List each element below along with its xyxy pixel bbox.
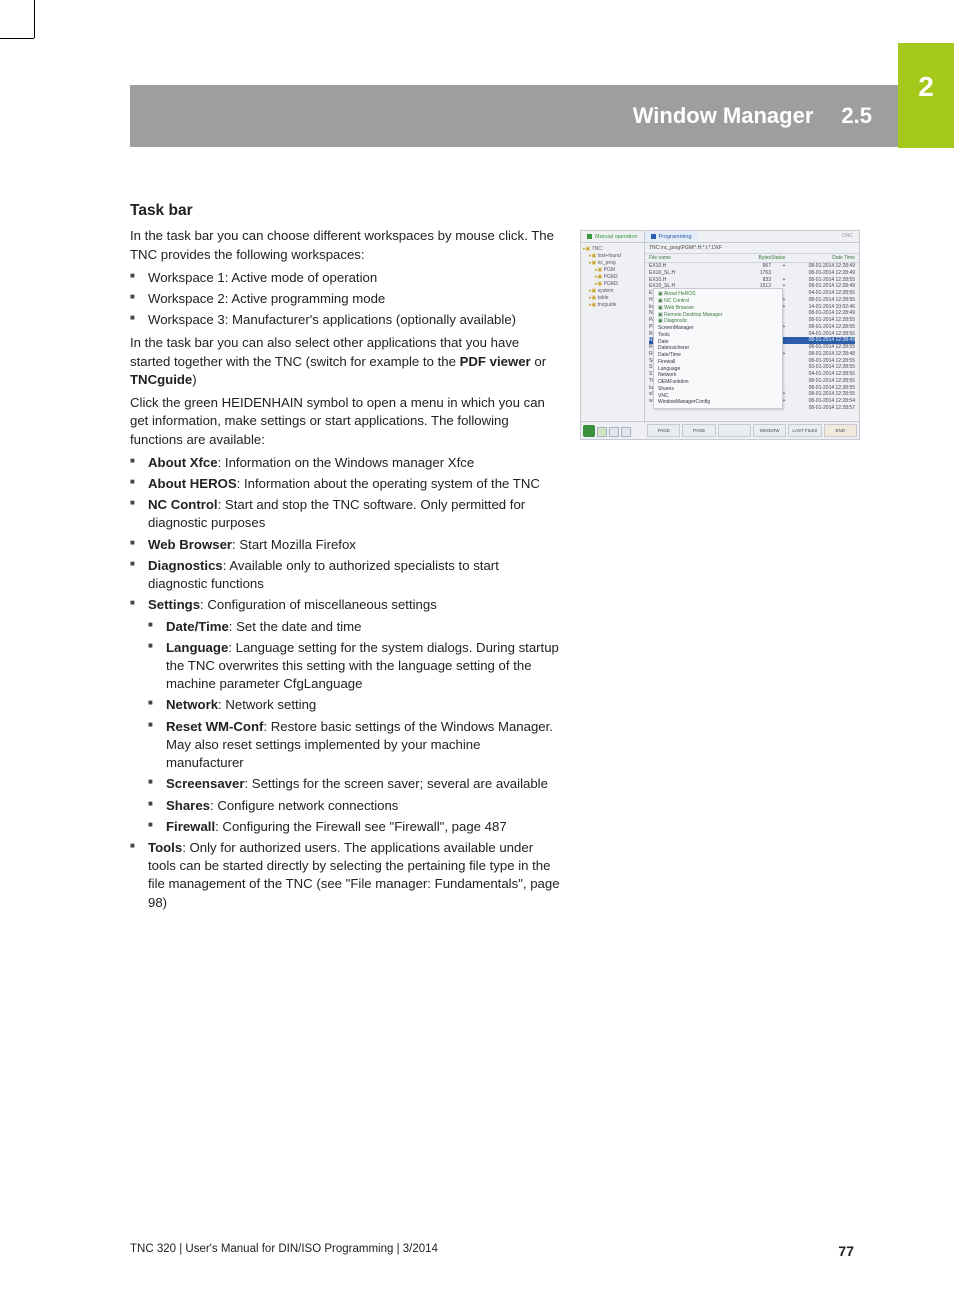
shot-tab-manual: Manual operation	[581, 231, 645, 242]
tree-node: ▸▣ PGM	[583, 267, 642, 273]
footer-text: TNC 320 | User's Manual for DIN/ISO Prog…	[130, 1243, 438, 1259]
function-list: About Xfce: Information on the Windows m…	[130, 454, 560, 912]
chapter-number: 2	[918, 71, 934, 103]
menu-item: OEMFunktion	[656, 379, 780, 386]
menu-item: Date/Time	[656, 352, 780, 359]
ws-2: Workspace 2: Active programming mode	[130, 290, 560, 308]
para-intro: In the task bar you can choose different…	[130, 227, 560, 263]
crop-mark-h	[0, 38, 34, 39]
tree-node: ▸▣ table	[583, 295, 642, 301]
square-icon	[587, 234, 592, 239]
menu-item: Language	[656, 366, 780, 373]
page-footer: TNC 320 | User's Manual for DIN/ISO Prog…	[130, 1243, 854, 1259]
menu-item: WindowManagerConfig	[656, 399, 780, 406]
embedded-screenshot: Manual operation Programming DNC ▸▣ TNC:…	[580, 230, 860, 440]
tree-node: ▸▣ nc_prog	[583, 260, 642, 266]
tree-node: ▸▣ PGM3	[583, 281, 642, 287]
fn-diagnostics: Diagnostics: Available only to authorize…	[130, 557, 560, 593]
softkey: PAGE	[682, 424, 715, 437]
shot-tab-programming: Programming	[645, 231, 698, 242]
taskbar-ws-3	[621, 427, 631, 437]
menu-item: Date	[656, 339, 780, 346]
fn-tools: Tools: Only for authorized users. The ap…	[130, 839, 560, 912]
heading-taskbar: Task bar	[130, 200, 560, 221]
tree-node: ▸▣ PGM2	[583, 274, 642, 280]
fn-nc-control: NC Control: Start and stop the TNC softw…	[130, 496, 560, 532]
softkey	[718, 424, 751, 437]
tree-node: ▸▣ tncguide	[583, 302, 642, 308]
fn-language: Language: Language setting for the syste…	[148, 639, 560, 694]
menu-item: ScreenManager	[656, 325, 780, 332]
crop-mark-v	[34, 0, 35, 38]
menu-item: Datensicherer	[656, 345, 780, 352]
taskbar-ws-1	[597, 427, 607, 437]
shot-bottom-bar: PAGEPAGE WINDOWLAST FILESEND	[581, 421, 859, 439]
menu-item: ▣ About HeROS	[656, 291, 780, 298]
menu-item: Tools	[656, 332, 780, 339]
heidenhain-logo-icon	[583, 425, 595, 437]
ws-1: Workspace 1: Active mode of operation	[130, 269, 560, 287]
fn-web-browser: Web Browser: Start Mozilla Firefox	[130, 536, 560, 554]
square-icon	[651, 234, 656, 239]
menu-item: Shares	[656, 386, 780, 393]
softkey: PAGE	[647, 424, 680, 437]
menu-item: VNC	[656, 393, 780, 400]
menu-item: ▣ Diagnostic	[656, 318, 780, 325]
shot-task-bar	[581, 422, 645, 439]
fn-screensaver: Screensaver: Settings for the screen sav…	[148, 775, 560, 793]
shot-table-header: File name Bytes Status Date Time	[645, 254, 859, 263]
softkey: END	[824, 424, 857, 437]
workspace-list: Workspace 1: Active mode of operation Wo…	[130, 269, 560, 330]
header-section: 2.5	[841, 103, 872, 129]
menu-item: Firewall	[656, 359, 780, 366]
fn-network: Network: Network setting	[148, 696, 560, 714]
menu-item: Network	[656, 372, 780, 379]
file-row: EX10.H833+08-01-2014 12:28:55	[649, 277, 855, 284]
shot-softkeys: PAGEPAGE WINDOWLAST FILESEND	[645, 422, 859, 439]
header-title: Window Manager	[633, 103, 814, 129]
para-other-apps: In the task bar you can also select othe…	[130, 334, 560, 389]
shot-dnc-label: DNC	[842, 233, 853, 239]
para-green-symbol: Click the green HEIDENHAIN symbol to ope…	[130, 394, 560, 449]
fn-firewall: Firewall: Configuring the Firewall see "…	[148, 818, 560, 836]
fn-reset-wm: Reset WM-Conf: Restore basic settings of…	[148, 718, 560, 773]
menu-item: ▣ NC Control	[656, 298, 780, 305]
fn-shares: Shares: Configure network connections	[148, 797, 560, 815]
shot-path: TNC:\nc_prog\PGM\*.H;*.I;*.DXF	[645, 243, 859, 254]
taskbar-ws-2	[609, 427, 619, 437]
fn-about-heros: About HEROS: Information about the opera…	[130, 475, 560, 493]
menu-item: ▣ Web Browser	[656, 305, 780, 312]
fn-date-time: Date/Time: Set the date and time	[148, 618, 560, 636]
tree-node: ▸▣ TNC:	[583, 246, 642, 252]
main-content: Task bar In the task bar you can choose …	[130, 200, 560, 917]
file-row: EX10.H967+08-01-2014 12:28:49	[649, 263, 855, 270]
softkey: WINDOW	[753, 424, 786, 437]
fn-about-xfce: About Xfce: Information on the Windows m…	[130, 454, 560, 472]
tree-node: ▸▣ system	[583, 288, 642, 294]
softkey: LAST FILES	[788, 424, 821, 437]
tree-node: ▸▣ lost+found	[583, 253, 642, 259]
ws-3: Workspace 3: Manufacturer's applications…	[130, 311, 560, 329]
menu-item: ▣ Remote Desktop Manager	[656, 312, 780, 319]
header-bar: Window Manager 2.5	[130, 85, 898, 147]
chapter-tab: 2	[898, 43, 954, 148]
shot-file-tree: ▸▣ TNC:▸▣ lost+found▸▣ nc_prog▸▣ PGM▸▣ P…	[581, 243, 645, 423]
shot-heros-menu: ▣ About HeROS▣ NC Control▣ Web Browser▣ …	[653, 288, 783, 409]
page-number: 77	[838, 1243, 854, 1259]
file-row: EX10_SL.H176308-01-2014 12:28:49	[649, 270, 855, 277]
fn-settings: Settings: Configuration of miscellaneous…	[130, 596, 560, 836]
